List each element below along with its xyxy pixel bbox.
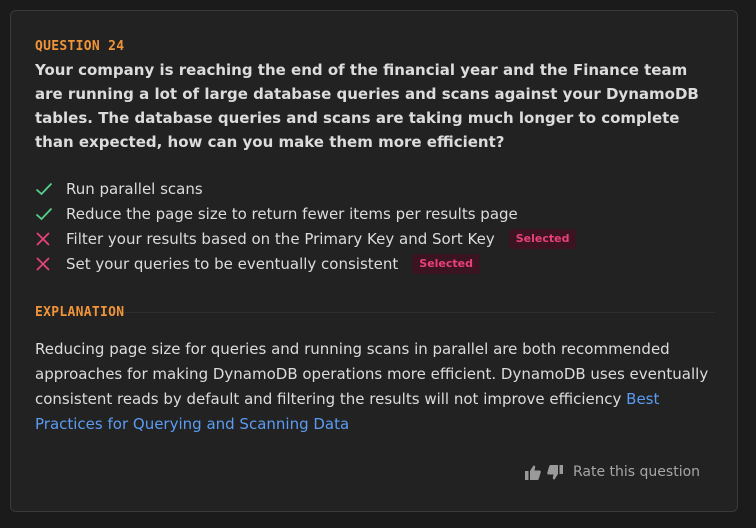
question-text: Your company is reaching the end of the …: [35, 61, 699, 151]
answer-option: Filter your results based on the Primary…: [35, 226, 725, 251]
answer-option-label: Reduce the page size to return fewer ite…: [66, 204, 518, 223]
section-divider: [35, 312, 715, 313]
check-icon: [35, 182, 66, 196]
explanation-title: EXPLANATION: [35, 305, 125, 320]
close-icon: [35, 231, 66, 247]
close-icon: [35, 256, 66, 272]
answer-option: Run parallel scans: [35, 176, 725, 201]
answer-option-label: Filter your results based on the Primary…: [66, 229, 495, 248]
answer-option: Set your queries to be eventually consis…: [35, 251, 725, 276]
question-card: QUESTION 24 Your company is reaching the…: [10, 10, 738, 512]
check-icon: [35, 207, 66, 221]
answer-option: Reduce the page size to return fewer ite…: [35, 201, 725, 226]
question-number: QUESTION 24: [35, 39, 125, 54]
thumbs-down-icon[interactable]: [547, 464, 563, 480]
thumbs-up-icon[interactable]: [525, 465, 541, 480]
rate-question: Rate this question: [525, 464, 700, 480]
answer-option-label: Run parallel scans: [66, 179, 203, 198]
explanation-text: Reducing page size for queries and runni…: [35, 337, 715, 437]
selected-badge: Selected: [508, 228, 577, 249]
explanation-body: Reducing page size for queries and runni…: [35, 340, 709, 408]
selected-badge: Selected: [412, 253, 481, 274]
answer-options: Run parallel scans Reduce the page size …: [35, 176, 725, 276]
answer-option-label: Set your queries to be eventually consis…: [66, 254, 399, 273]
rate-question-label[interactable]: Rate this question: [573, 464, 700, 480]
